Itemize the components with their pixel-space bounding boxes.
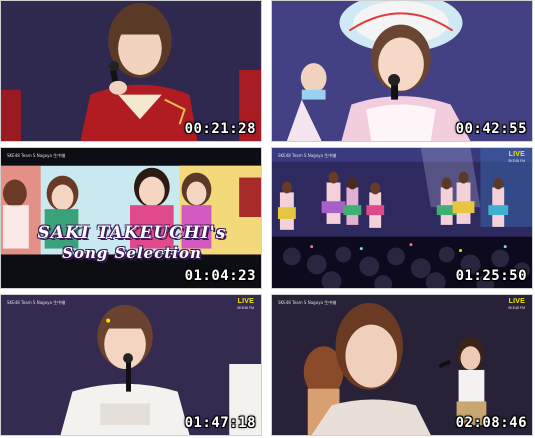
timestamp-label: 01:25:50 (455, 268, 527, 284)
performer-scene-icon (1, 1, 261, 141)
timestamp-label: 01:47:18 (184, 415, 256, 431)
timestamp-label: 01:04:23 (184, 268, 256, 284)
stage-performance-icon (272, 148, 532, 288)
timestamp-label: 00:42:55 (455, 121, 527, 137)
timestamp-label: 02:08:46 (455, 415, 527, 431)
video-thumbnail-4[interactable]: SKE48 Team S Nagoya 生中継 LIVE SKE48 FM 01… (271, 147, 533, 289)
live-badge: LIVE (508, 298, 525, 305)
channel-text: SKE48 Team S Nagoya 生中継 (278, 300, 337, 305)
video-thumbnail-1[interactable]: 00:21:28 (0, 0, 262, 142)
channel-text: SKE48 Team S Nagoya 生中継 (7, 300, 66, 305)
performer-scene-icon (272, 1, 532, 141)
live-badge: LIVE (237, 298, 254, 305)
performer-scene-icon (1, 295, 261, 435)
live-badge: LIVE (508, 151, 525, 158)
thumbnail-grid: 00:21:28 00:42:55 SAKI TAKEUCHI's Song S… (0, 0, 535, 438)
stage-performance-icon (272, 295, 532, 435)
video-thumbnail-5[interactable]: SKE48 Team S Nagoya 生中継 LIVE SKE48 FM 01… (0, 294, 262, 436)
channel-text: SKE48 Team S Nagoya 生中継 (278, 153, 337, 158)
video-thumbnail-6[interactable]: SKE48 Team S Nagoya 生中継 LIVE SKE48 FM 02… (271, 294, 533, 436)
timestamp-label: 00:21:28 (184, 121, 256, 137)
live-badge-sub: SKE48 FM (508, 159, 525, 163)
video-thumbnail-2[interactable]: 00:42:55 (271, 0, 533, 142)
video-thumbnail-3[interactable]: SAKI TAKEUCHI's Song Selection SKE48 Tea… (0, 147, 262, 289)
live-badge-sub: SKE48 FM (237, 306, 254, 310)
caption-title: SAKI TAKEUCHI's (37, 223, 227, 243)
channel-text: SKE48 Team S Nagoya 生中継 (7, 153, 66, 158)
live-badge-sub: SKE48 FM (508, 306, 525, 310)
caption-subtitle: Song Selection (62, 244, 202, 262)
music-video-collage-icon (1, 148, 261, 288)
